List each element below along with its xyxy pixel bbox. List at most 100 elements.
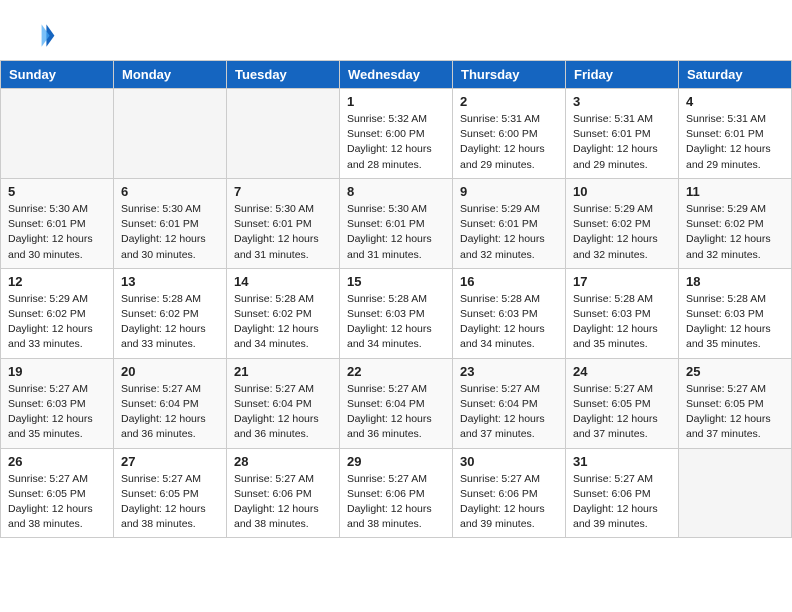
calendar-cell: 16 Sunrise: 5:28 AM Sunset: 6:03 PM Dayli… — [453, 268, 566, 358]
calendar-cell — [1, 89, 114, 179]
day-number: 10 — [573, 184, 671, 199]
calendar-cell: 8Sunrise: 5:30 AM Sunset: 6:01 PM Daylig… — [340, 178, 453, 268]
day-number: 3 — [573, 94, 671, 109]
calendar-cell: 20 Sunrise: 5:27 AM Sunset: 6:04 PM Dayli… — [114, 358, 227, 448]
day-info: Sunrise: 5:31 AM Sunset: 6:01 PM Dayligh… — [573, 112, 671, 173]
calendar-cell: 15 Sunrise: 5:28 AM Sunset: 6:03 PM Dayli… — [340, 268, 453, 358]
weekday-header: Tuesday — [227, 61, 340, 89]
calendar-header-row: SundayMondayTuesdayWednesdayThursdayFrid… — [1, 61, 792, 89]
day-info: Sunrise: 5:28 AM Sunset: 6:03 PM Dayligh… — [460, 292, 558, 353]
day-info: Sunrise: 5:28 AM Sunset: 6:02 PM Dayligh… — [234, 292, 332, 353]
calendar-cell: 11 Sunrise: 5:29 AM Sunset: 6:02 PM Dayli… — [679, 178, 792, 268]
calendar-cell — [227, 89, 340, 179]
weekday-header: Wednesday — [340, 61, 453, 89]
day-number: 1 — [347, 94, 445, 109]
calendar-cell: 19 Sunrise: 5:27 AM Sunset: 6:03 PM Dayli… — [1, 358, 114, 448]
calendar-cell: 28 Sunrise: 5:27 AM Sunset: 6:06 PM Dayli… — [227, 448, 340, 538]
calendar-cell: 4Sunrise: 5:31 AM Sunset: 6:01 PM Daylig… — [679, 89, 792, 179]
calendar-cell — [679, 448, 792, 538]
calendar-cell: 22Sunrise: 5:27 AM Sunset: 6:04 PM Dayli… — [340, 358, 453, 448]
day-info: Sunrise: 5:27 AM Sunset: 6:05 PM Dayligh… — [8, 472, 106, 533]
calendar-cell: 30 Sunrise: 5:27 AM Sunset: 6:06 PM Dayli… — [453, 448, 566, 538]
day-number: 7 — [234, 184, 332, 199]
page-header — [0, 0, 792, 60]
day-info: Sunrise: 5:30 AM Sunset: 6:01 PM Dayligh… — [8, 202, 106, 263]
calendar-cell — [114, 89, 227, 179]
calendar-cell: 25 Sunrise: 5:27 AM Sunset: 6:05 PM Dayli… — [679, 358, 792, 448]
calendar-week-row: 19 Sunrise: 5:27 AM Sunset: 6:03 PM Dayli… — [1, 358, 792, 448]
day-info: Sunrise: 5:31 AM Sunset: 6:00 PM Dayligh… — [460, 112, 558, 173]
day-number: 23 — [460, 364, 558, 379]
day-number: 14 — [234, 274, 332, 289]
calendar-week-row: 26 Sunrise: 5:27 AM Sunset: 6:05 PM Dayli… — [1, 448, 792, 538]
day-info: Sunrise: 5:27 AM Sunset: 6:06 PM Dayligh… — [347, 472, 445, 533]
calendar-cell: 1 Sunrise: 5:32 AM Sunset: 6:00 PM Daylig… — [340, 89, 453, 179]
day-number: 9 — [460, 184, 558, 199]
calendar-cell: 21Sunrise: 5:27 AM Sunset: 6:04 PM Dayli… — [227, 358, 340, 448]
calendar-cell: 23 Sunrise: 5:27 AM Sunset: 6:04 PM Dayli… — [453, 358, 566, 448]
day-info: Sunrise: 5:28 AM Sunset: 6:03 PM Dayligh… — [686, 292, 784, 353]
day-number: 6 — [121, 184, 219, 199]
calendar-cell: 10 Sunrise: 5:29 AM Sunset: 6:02 PM Dayli… — [566, 178, 679, 268]
day-number: 16 — [460, 274, 558, 289]
day-info: Sunrise: 5:29 AM Sunset: 6:02 PM Dayligh… — [573, 202, 671, 263]
weekday-header: Saturday — [679, 61, 792, 89]
weekday-header: Sunday — [1, 61, 114, 89]
calendar-week-row: 12Sunrise: 5:29 AM Sunset: 6:02 PM Dayli… — [1, 268, 792, 358]
day-number: 21 — [234, 364, 332, 379]
day-number: 11 — [686, 184, 784, 199]
calendar-cell: 7 Sunrise: 5:30 AM Sunset: 6:01 PM Daylig… — [227, 178, 340, 268]
day-info: Sunrise: 5:28 AM Sunset: 6:03 PM Dayligh… — [347, 292, 445, 353]
day-info: Sunrise: 5:28 AM Sunset: 6:03 PM Dayligh… — [573, 292, 671, 353]
day-info: Sunrise: 5:27 AM Sunset: 6:05 PM Dayligh… — [686, 382, 784, 443]
day-number: 13 — [121, 274, 219, 289]
day-info: Sunrise: 5:27 AM Sunset: 6:06 PM Dayligh… — [234, 472, 332, 533]
day-number: 20 — [121, 364, 219, 379]
day-number: 15 — [347, 274, 445, 289]
calendar-cell: 12Sunrise: 5:29 AM Sunset: 6:02 PM Dayli… — [1, 268, 114, 358]
day-number: 28 — [234, 454, 332, 469]
day-info: Sunrise: 5:27 AM Sunset: 6:05 PM Dayligh… — [121, 472, 219, 533]
logo — [24, 18, 60, 50]
day-info: Sunrise: 5:27 AM Sunset: 6:04 PM Dayligh… — [347, 382, 445, 443]
day-info: Sunrise: 5:29 AM Sunset: 6:01 PM Dayligh… — [460, 202, 558, 263]
day-info: Sunrise: 5:27 AM Sunset: 6:03 PM Dayligh… — [8, 382, 106, 443]
day-number: 27 — [121, 454, 219, 469]
day-info: Sunrise: 5:30 AM Sunset: 6:01 PM Dayligh… — [121, 202, 219, 263]
calendar-cell: 18 Sunrise: 5:28 AM Sunset: 6:03 PM Dayli… — [679, 268, 792, 358]
day-info: Sunrise: 5:30 AM Sunset: 6:01 PM Dayligh… — [234, 202, 332, 263]
day-info: Sunrise: 5:29 AM Sunset: 6:02 PM Dayligh… — [686, 202, 784, 263]
day-number: 12 — [8, 274, 106, 289]
day-info: Sunrise: 5:28 AM Sunset: 6:02 PM Dayligh… — [121, 292, 219, 353]
calendar-cell: 29 Sunrise: 5:27 AM Sunset: 6:06 PM Dayli… — [340, 448, 453, 538]
calendar-week-row: 5Sunrise: 5:30 AM Sunset: 6:01 PM Daylig… — [1, 178, 792, 268]
calendar-week-row: 1 Sunrise: 5:32 AM Sunset: 6:00 PM Daylig… — [1, 89, 792, 179]
day-number: 24 — [573, 364, 671, 379]
calendar-cell: 31Sunrise: 5:27 AM Sunset: 6:06 PM Dayli… — [566, 448, 679, 538]
day-number: 29 — [347, 454, 445, 469]
calendar-cell: 5Sunrise: 5:30 AM Sunset: 6:01 PM Daylig… — [1, 178, 114, 268]
calendar-table: SundayMondayTuesdayWednesdayThursdayFrid… — [0, 60, 792, 538]
day-number: 17 — [573, 274, 671, 289]
calendar-cell: 9 Sunrise: 5:29 AM Sunset: 6:01 PM Daylig… — [453, 178, 566, 268]
calendar-cell: 3 Sunrise: 5:31 AM Sunset: 6:01 PM Daylig… — [566, 89, 679, 179]
calendar-cell: 26 Sunrise: 5:27 AM Sunset: 6:05 PM Dayli… — [1, 448, 114, 538]
day-number: 18 — [686, 274, 784, 289]
day-number: 8 — [347, 184, 445, 199]
calendar-cell: 24 Sunrise: 5:27 AM Sunset: 6:05 PM Dayli… — [566, 358, 679, 448]
day-number: 26 — [8, 454, 106, 469]
day-info: Sunrise: 5:27 AM Sunset: 6:05 PM Dayligh… — [573, 382, 671, 443]
day-info: Sunrise: 5:27 AM Sunset: 6:04 PM Dayligh… — [460, 382, 558, 443]
calendar-cell: 13 Sunrise: 5:28 AM Sunset: 6:02 PM Dayli… — [114, 268, 227, 358]
day-info: Sunrise: 5:27 AM Sunset: 6:06 PM Dayligh… — [460, 472, 558, 533]
weekday-header: Monday — [114, 61, 227, 89]
day-number: 25 — [686, 364, 784, 379]
day-number: 30 — [460, 454, 558, 469]
day-info: Sunrise: 5:27 AM Sunset: 6:06 PM Dayligh… — [573, 472, 671, 533]
calendar-cell: 17 Sunrise: 5:28 AM Sunset: 6:03 PM Dayli… — [566, 268, 679, 358]
calendar-cell: 27 Sunrise: 5:27 AM Sunset: 6:05 PM Dayli… — [114, 448, 227, 538]
day-number: 19 — [8, 364, 106, 379]
day-info: Sunrise: 5:32 AM Sunset: 6:00 PM Dayligh… — [347, 112, 445, 173]
day-number: 2 — [460, 94, 558, 109]
day-info: Sunrise: 5:27 AM Sunset: 6:04 PM Dayligh… — [121, 382, 219, 443]
